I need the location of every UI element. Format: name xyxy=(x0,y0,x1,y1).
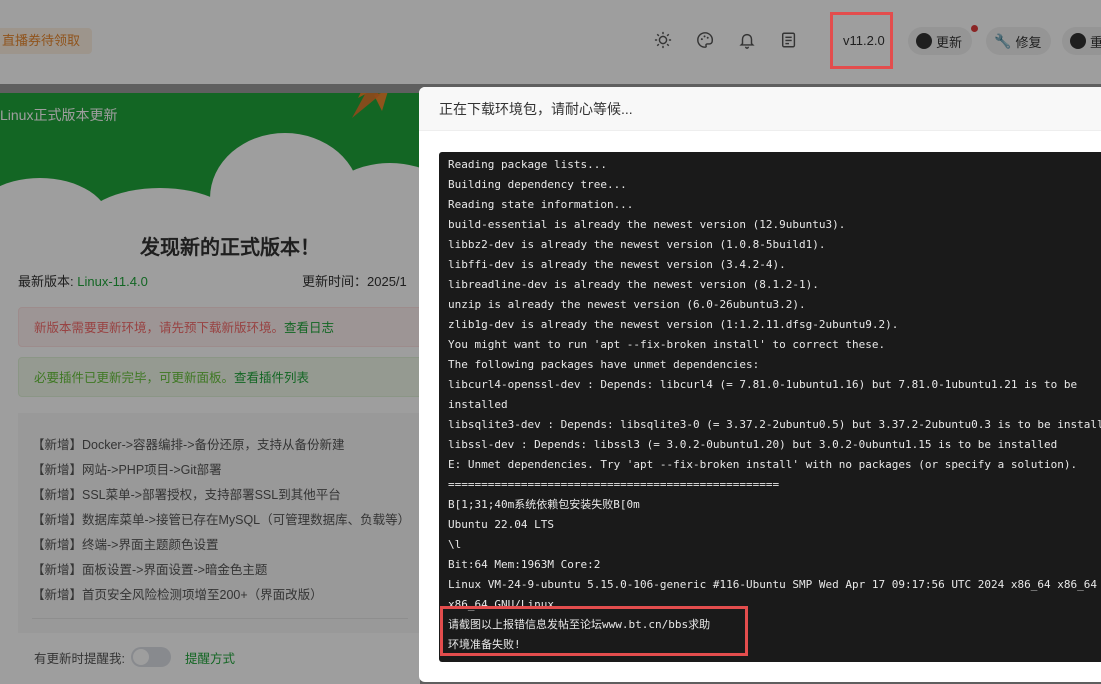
error-highlight-box xyxy=(440,606,748,656)
terminal-line: unzip is already the newest version (6.0… xyxy=(448,298,806,311)
terminal-line: Linux VM-24-9-ubuntu 5.15.0-106-generic … xyxy=(448,578,1098,591)
terminal-line: E: Unmet dependencies. Try 'apt --fix-br… xyxy=(448,458,1078,471)
terminal-line: Reading state information... xyxy=(448,198,634,211)
terminal-line: libssl-dev : Depends: libssl3 (= 3.0.2-0… xyxy=(448,438,1058,451)
terminal-line: libsqlite3-dev : Depends: libsqlite3-0 (… xyxy=(448,418,1101,431)
terminal-line: libffi-dev is already the newest version… xyxy=(448,258,786,271)
terminal-line: Ubuntu 22.04 LTS xyxy=(448,518,554,531)
terminal-line: build-essential is already the newest ve… xyxy=(448,218,846,231)
terminal-output[interactable]: Reading package lists... Building depend… xyxy=(439,152,1101,662)
terminal-line: The following packages have unmet depend… xyxy=(448,358,760,371)
version-highlight-box xyxy=(830,12,893,69)
terminal-line: installed xyxy=(448,398,508,411)
modal-title: 正在下载环境包，请耐心等候... xyxy=(419,87,1101,131)
terminal-line: Reading package lists... xyxy=(448,158,607,171)
terminal-line: B[1;31;40m系统依赖包安装失败B[0m xyxy=(448,498,640,511)
terminal-line: You might want to run 'apt --fix-broken … xyxy=(448,338,886,351)
terminal-line: zlib1g-dev is already the newest version… xyxy=(448,318,899,331)
terminal-line: \l xyxy=(448,538,462,551)
terminal-line: libbz2-dev is already the newest version… xyxy=(448,238,826,251)
terminal-line: Bit:64 Mem:1963M Core:2 xyxy=(448,558,601,571)
terminal-line: libreadline-dev is already the newest ve… xyxy=(448,278,819,291)
terminal-line: libcurl4-openssl-dev : Depends: libcurl4… xyxy=(448,378,1078,391)
download-modal: 正在下载环境包，请耐心等候... Reading package lists..… xyxy=(419,87,1101,682)
terminal-line: ========================================… xyxy=(448,478,780,491)
terminal-line: Building dependency tree... xyxy=(448,178,627,191)
